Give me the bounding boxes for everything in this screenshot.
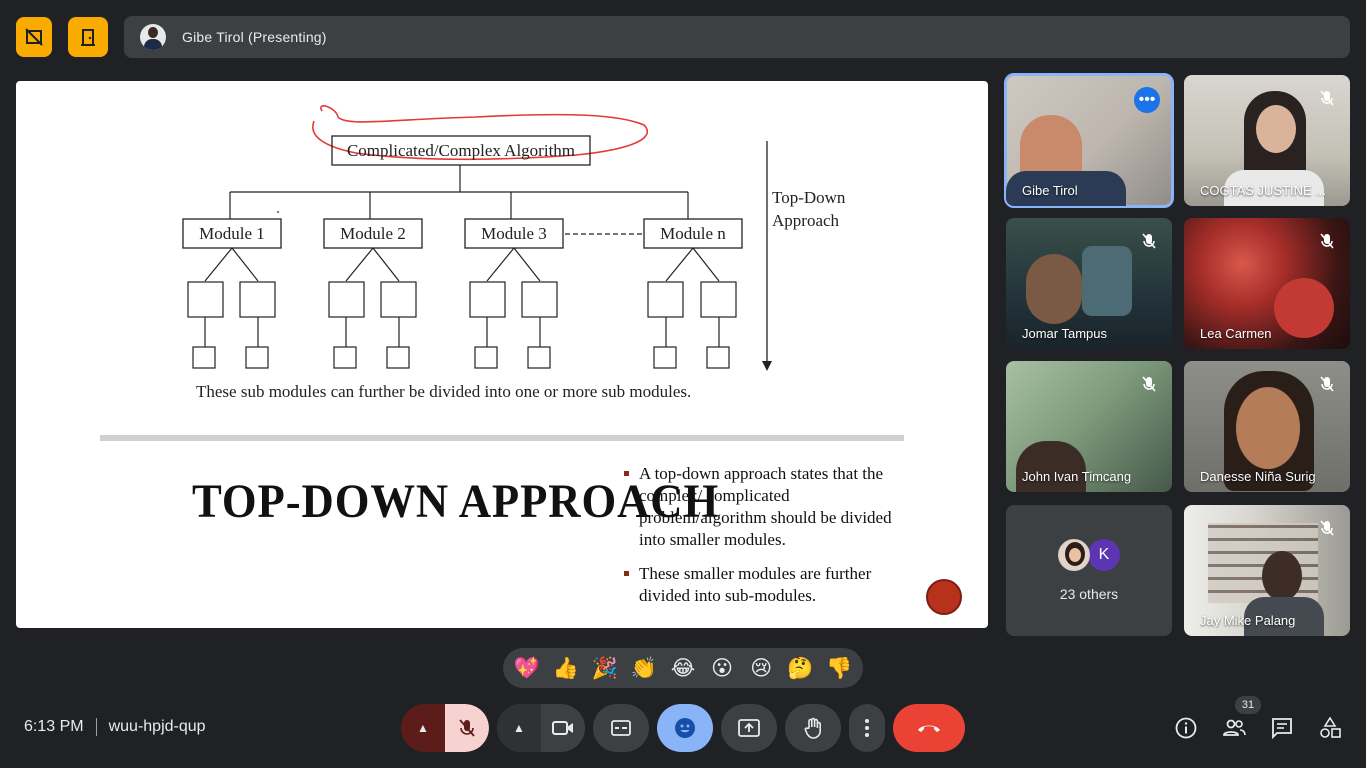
reaction-bar: 💖 👍 🎉 👏 😂 😮 😢 🤔 👎 (503, 648, 863, 688)
reaction-thinking[interactable]: 🤔 (783, 656, 817, 681)
root-label: Complicated/Complex Algorithm (347, 141, 575, 160)
mic-off-icon (1320, 90, 1334, 106)
reaction-surprised[interactable]: 😮 (705, 656, 739, 680)
presenter-avatar (140, 24, 166, 50)
captions-button[interactable] (593, 704, 649, 752)
mic-off-icon (1320, 233, 1334, 249)
others-count: 23 others (1059, 586, 1119, 602)
reaction-thumbs-down[interactable]: 👎 (822, 656, 856, 681)
mic-off-icon (1142, 376, 1156, 392)
chevron-up-icon: ▲ (513, 721, 525, 735)
avatar: K (1088, 539, 1120, 571)
module-label-3: Module 3 (481, 224, 547, 243)
arrow-label-1: Top-Down (772, 188, 846, 207)
more-options-button[interactable] (849, 704, 885, 752)
people-button[interactable] (1222, 716, 1246, 740)
module-label-1: Module 1 (199, 224, 265, 243)
slide-divider (100, 435, 904, 441)
participant-name: Gibe Tirol (1022, 183, 1078, 198)
door-icon (81, 29, 95, 46)
chat-icon (1272, 718, 1292, 739)
participant-tile[interactable]: Danesse Niña Surig (1184, 361, 1350, 492)
bullet-item: A top-down approach states that the comp… (624, 463, 904, 551)
arrow-head (762, 361, 772, 371)
hand-icon (804, 717, 821, 739)
participant-name: Jomar Tampus (1022, 326, 1108, 341)
meeting-details-button[interactable] (1174, 716, 1198, 740)
hang-up-icon (918, 725, 940, 732)
mic-control-group: ▲ (401, 704, 489, 752)
participant-tile[interactable]: ••• Gibe Tirol (1004, 73, 1174, 208)
activities-shapes-icon (1320, 717, 1341, 738)
clock-time: 6:13 PM (24, 718, 84, 735)
module-label-2: Module 2 (340, 224, 406, 243)
participant-tile[interactable]: Jay Mike Palang (1184, 505, 1350, 636)
info-icon (1175, 717, 1197, 739)
slide-logo (926, 579, 962, 615)
participant-tile[interactable]: Jomar Tampus (1006, 218, 1172, 349)
reaction-heart[interactable]: 💖 (510, 656, 544, 681)
participant-tile[interactable]: John Ivan Timcang (1006, 361, 1172, 492)
present-button[interactable] (721, 704, 777, 752)
presenter-label: Gibe Tirol (Presenting) (182, 29, 327, 45)
reaction-laugh[interactable]: 😂 (666, 656, 700, 680)
mic-off-icon (1320, 520, 1334, 536)
exit-presentation-button[interactable] (68, 17, 108, 57)
camera-toggle-button[interactable] (541, 704, 585, 752)
audio-options-button[interactable]: ▲ (401, 704, 445, 752)
participant-name: John Ivan Timcang (1022, 469, 1132, 484)
presenter-bar[interactable]: Gibe Tirol (Presenting) (124, 16, 1350, 58)
reaction-clap[interactable]: 👏 (627, 656, 661, 681)
divider (95, 718, 97, 736)
module-label-n: Module n (660, 224, 726, 243)
leave-call-button[interactable] (893, 704, 965, 752)
fullscreen-off-icon (25, 28, 43, 46)
bullet-item: These smaller modules are further divide… (624, 563, 904, 607)
participant-count-badge: 31 (1235, 696, 1261, 714)
participant-name: Danesse Niña Surig (1200, 469, 1316, 484)
reaction-sad[interactable]: 😢 (744, 656, 778, 680)
mic-off-icon (1320, 376, 1334, 392)
chevron-up-icon: ▲ (417, 721, 429, 735)
arrow-label-2: Approach (772, 211, 840, 230)
mic-off-icon (459, 719, 475, 737)
slide-bullets: A top-down approach states that the comp… (624, 463, 904, 619)
emoji-icon (675, 718, 695, 738)
video-options-button[interactable]: ▲ (497, 704, 541, 752)
present-screen-icon (738, 719, 760, 737)
chat-button[interactable] (1270, 716, 1294, 740)
participant-name: Jay Mike Palang (1200, 613, 1296, 628)
reaction-party[interactable]: 🎉 (588, 656, 622, 681)
activities-button[interactable] (1318, 716, 1342, 740)
closed-captions-icon (611, 720, 631, 736)
meeting-code: wuu-hpjd-qup (108, 718, 206, 735)
people-icon (1223, 719, 1246, 736)
participant-tile[interactable]: COGTAS JUSTINE ... (1184, 75, 1350, 206)
shared-screen: Complicated/Complex Algorithm Module 1 M… (16, 81, 988, 628)
mic-off-icon (1142, 233, 1156, 249)
camera-icon (552, 721, 573, 735)
more-vert-icon (865, 719, 869, 737)
diagram-caption: These sub modules can further be divided… (196, 382, 691, 401)
more-options-icon[interactable]: ••• (1134, 87, 1160, 113)
raise-hand-button[interactable] (785, 704, 841, 752)
participant-tile[interactable]: Lea Carmen (1184, 218, 1350, 349)
avatar (1058, 539, 1090, 571)
mic-toggle-button[interactable] (445, 704, 489, 752)
participant-name: COGTAS JUSTINE ... (1200, 183, 1327, 198)
sub-module-tree (187, 247, 737, 369)
camera-control-group: ▲ (497, 704, 585, 752)
participant-name: Lea Carmen (1200, 326, 1272, 341)
reaction-thumbs-up[interactable]: 👍 (549, 656, 583, 681)
emoji-reactions-button[interactable] (657, 704, 713, 752)
others-tile[interactable]: K 23 others (1006, 505, 1172, 636)
meeting-info: 6:13 PM wuu-hpjd-qup (24, 718, 206, 736)
fullscreen-button[interactable] (16, 17, 52, 57)
